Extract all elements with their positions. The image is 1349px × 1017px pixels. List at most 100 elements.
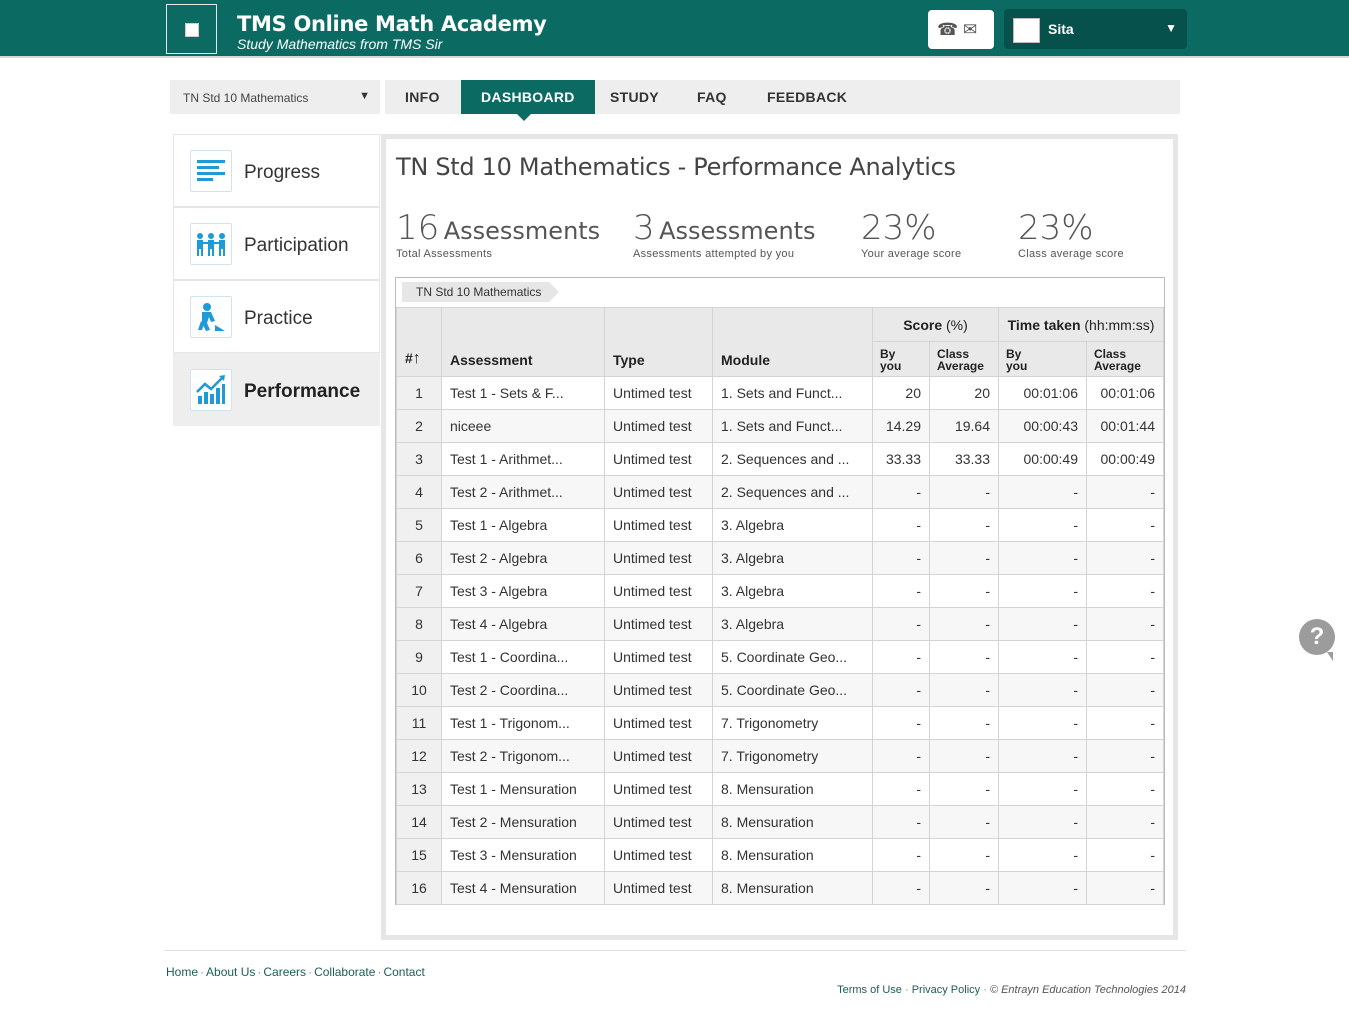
table-row[interactable]: 8 Test 4 - Algebra Untimed test 3. Algebra -… [396,607,1164,641]
column-header-score-class-average[interactable]: Class Average [929,341,999,377]
header-line: Average [1094,359,1141,373]
column-header-number[interactable]: #↑ [396,307,442,377]
table-row[interactable]: 11 Test 1 - Trigonom... Untimed test 7. Tri… [396,706,1164,740]
column-header-time-class-average[interactable]: Class Average [1086,341,1164,377]
mail-icon[interactable]: ✉ [963,20,977,40]
cell-time-by-you: - [998,574,1087,608]
cell-score-class-average: - [929,574,999,608]
column-header-time-by-you[interactable]: By you [998,341,1087,377]
cell-time-class-average: - [1086,607,1164,641]
cell-row-number: 15 [396,838,442,872]
column-header-score-by-you[interactable]: By you [872,341,930,377]
cell-assessment-name[interactable]: Test 1 - Coordina... [441,640,605,674]
table-row[interactable]: 13 Test 1 - Mensuration Untimed test 8. Men… [396,772,1164,806]
sidebar-item-performance[interactable]: Performance [173,353,380,426]
stat-value: 3 [633,208,655,248]
cell-assessment-name[interactable]: Test 3 - Algebra [441,574,605,608]
cell-assessment-name[interactable]: Test 2 - Mensuration [441,805,605,839]
sidebar-item-label: Progress [244,162,321,183]
sidebar-item-practice[interactable]: Practice [173,280,380,353]
table-row[interactable]: 1 Test 1 - Sets & F... Untimed test 1. Sets… [396,376,1164,410]
stat-caption: Total Assessments [396,248,493,260]
cell-row-number: 13 [396,772,442,806]
cell-assessment-name[interactable]: Test 1 - Arithmet... [441,442,605,476]
privacy-link[interactable]: Privacy Policy [912,984,980,996]
tab-feedback[interactable]: FEEDBACK [767,80,847,114]
cell-score-by-you: 14.29 [872,409,930,443]
table-row[interactable]: 2 niceee Untimed test 1. Sets and Funct... 1… [396,409,1164,443]
tab-dashboard[interactable]: DASHBOARD [461,80,595,121]
cell-score-by-you: - [872,805,930,839]
cell-module-name: 5. Coordinate Geo... [712,673,873,707]
cell-score-by-you: - [872,772,930,806]
stat-caption: Assessments attempted by you [633,248,795,260]
cell-time-class-average: - [1086,640,1164,674]
breadcrumb[interactable]: TN Std 10 Mathematics [402,282,560,302]
table-row[interactable]: 3 Test 1 - Arithmet... Untimed test 2. Sequ… [396,442,1164,476]
sidebar-item-participation[interactable]: Participation [173,207,380,280]
footer-link-about-us[interactable]: About Us [206,965,255,979]
cell-module-name: 2. Sequences and ... [712,475,873,509]
table-row[interactable]: 15 Test 3 - Mensuration Untimed test 8. Men… [396,838,1164,872]
cell-time-class-average: - [1086,673,1164,707]
cell-assessment-name[interactable]: Test 4 - Algebra [441,607,605,641]
table-row[interactable]: 12 Test 2 - Trigonom... Untimed test 7. Tri… [396,739,1164,773]
cell-row-number: 7 [396,574,442,608]
cell-assessment-name[interactable]: Test 2 - Coordina... [441,673,605,707]
footer-link-home[interactable]: Home [166,965,198,979]
table-row[interactable]: 10 Test 2 - Coordina... Untimed test 5. Coo… [396,673,1164,707]
cell-module-name: 1. Sets and Funct... [712,376,873,410]
cell-assessment-name[interactable]: niceee [441,409,605,443]
cell-row-number: 16 [396,871,442,905]
cell-assessment-name[interactable]: Test 3 - Mensuration [441,838,605,872]
header-line: you [880,359,902,373]
navigation-row: TN Std 10 Mathematics ▼ INFO DASHBOARD S… [170,80,1180,121]
site-title[interactable]: TMS Online Math Academy [237,12,547,36]
footer-link-careers[interactable]: Careers [263,965,306,979]
table-row[interactable]: 16 Test 4 - Mensuration Untimed test 8. Men… [396,871,1164,905]
cell-assessment-name[interactable]: Test 2 - Arithmet... [441,475,605,509]
table-body: 1 Test 1 - Sets & F... Untimed test 1. Sets… [396,376,1164,905]
column-header-assessment[interactable]: Assessment [441,307,605,377]
tab-info[interactable]: INFO [405,80,440,114]
table-row[interactable]: 7 Test 3 - Algebra Untimed test 3. Algebra -… [396,574,1164,608]
cell-time-by-you: 00:01:06 [998,376,1087,410]
site-logo[interactable] [166,4,217,54]
cell-score-by-you: - [872,871,930,905]
help-button[interactable]: ? [1299,619,1335,661]
sidebar-item-progress[interactable]: Progress [173,134,380,207]
cell-assessment-name[interactable]: Test 1 - Mensuration [441,772,605,806]
table-row[interactable]: 5 Test 1 - Algebra Untimed test 3. Algebra -… [396,508,1164,542]
footer-link-contact[interactable]: Contact [383,965,424,979]
cell-assessment-name[interactable]: Test 1 - Trigonom... [441,706,605,740]
cell-assessment-name[interactable]: Test 4 - Mensuration [441,871,605,905]
caret-down-icon: ▼ [1165,21,1177,35]
tab-study[interactable]: STUDY [610,80,659,114]
stat-unit: Assessments [443,217,601,245]
footer-link-collaborate[interactable]: Collaborate [314,965,375,979]
stat-value: 23% [861,208,937,248]
course-select[interactable]: TN Std 10 Mathematics ▼ [170,80,380,114]
column-header-type[interactable]: Type [604,307,713,377]
table-row[interactable]: 14 Test 2 - Mensuration Untimed test 8. Men… [396,805,1164,839]
sort-arrow-icon: ↑ [412,350,421,367]
table-row[interactable]: 4 Test 2 - Arithmet... Untimed test 2. Sequ… [396,475,1164,509]
table-row[interactable]: 9 Test 1 - Coordina... Untimed test 5. Coor… [396,640,1164,674]
cell-assessment-name[interactable]: Test 2 - Algebra [441,541,605,575]
terms-link[interactable]: Terms of Use [837,984,902,996]
cell-time-by-you: 00:00:43 [998,409,1087,443]
cell-time-by-you: - [998,673,1087,707]
cell-assessment-name[interactable]: Test 2 - Trigonom... [441,739,605,773]
cell-score-by-you: - [872,739,930,773]
phone-icon[interactable]: ☎ [937,20,958,40]
table-row[interactable]: 6 Test 2 - Algebra Untimed test 3. Algebra -… [396,541,1164,575]
cell-assessment-name[interactable]: Test 1 - Algebra [441,508,605,542]
cell-time-class-average: - [1086,541,1164,575]
tab-faq[interactable]: FAQ [697,80,727,114]
user-menu-dropdown[interactable]: Sita ▼ [1004,9,1187,49]
cell-assessment-name[interactable]: Test 1 - Sets & F... [441,376,605,410]
column-header-module[interactable]: Module [712,307,873,377]
cell-row-number: 4 [396,475,442,509]
cell-time-class-average: - [1086,508,1164,542]
dashboard-sidebar: Progress Participation Practice Performa… [173,134,380,427]
